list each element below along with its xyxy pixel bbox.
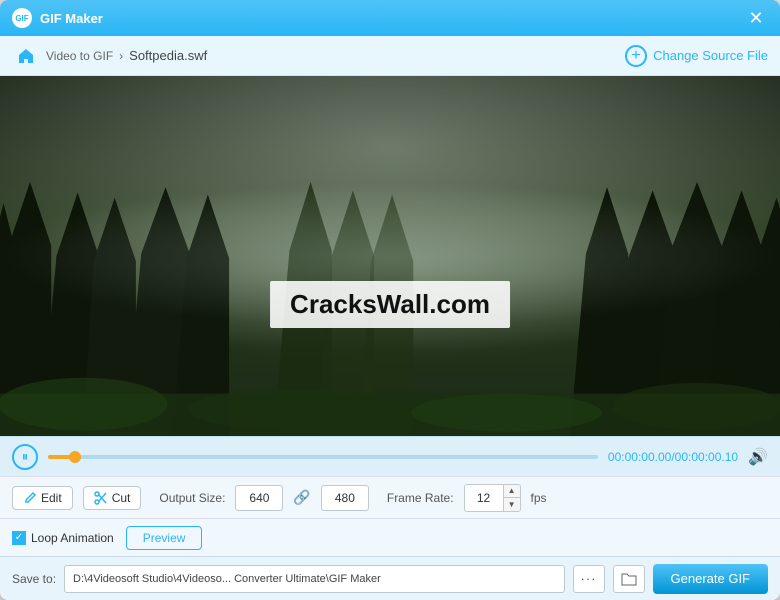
app-title: GIF Maker [40, 11, 103, 26]
fps-input[interactable] [465, 485, 503, 511]
breadcrumb-file: Softpedia.swf [129, 48, 207, 63]
save-to-label: Save to: [12, 572, 56, 586]
breadcrumb: Video to GIF › Softpedia.swf [12, 42, 207, 70]
options-bar: Edit Cut Output Size: 🔗 Frame Rate: ▲ ▼ … [0, 476, 780, 518]
watermark: CracksWall.com [270, 281, 510, 328]
width-input[interactable] [235, 485, 283, 511]
breadcrumb-arrow: › [119, 49, 123, 63]
close-button[interactable]: ✕ [744, 6, 768, 30]
app-window: GIF GIF Maker ✕ Video to GIF › Softpedia… [0, 0, 780, 600]
cut-icon [94, 491, 108, 505]
loop-bar: ✓ Loop Animation Preview [0, 518, 780, 556]
height-input[interactable] [321, 485, 369, 511]
folder-icon [621, 572, 637, 586]
browse-button[interactable]: ··· [573, 565, 605, 593]
home-icon[interactable] [12, 42, 40, 70]
fps-up-arrow[interactable]: ▲ [504, 485, 520, 498]
titlebar-left: GIF GIF Maker [12, 8, 103, 28]
fps-control: ▲ ▼ [464, 484, 521, 512]
cut-button[interactable]: Cut [83, 486, 142, 510]
frame-rate-label: Frame Rate: [387, 491, 454, 505]
time-display: 00:00:00.00/00:00:00.10 [608, 450, 738, 464]
volume-icon[interactable]: 🔊 [748, 447, 768, 467]
breadcrumb-sep-1: Video to GIF [46, 49, 113, 63]
progress-bar[interactable] [48, 455, 598, 459]
fps-unit-label: fps [531, 491, 547, 505]
edit-button[interactable]: Edit [12, 486, 73, 510]
pause-button[interactable]: ⏸ [12, 444, 38, 470]
edit-icon [23, 491, 37, 505]
titlebar: GIF GIF Maker ✕ [0, 0, 780, 36]
fps-arrows: ▲ ▼ [503, 485, 520, 511]
loop-checkbox[interactable]: ✓ [12, 531, 26, 545]
navbar: Video to GIF › Softpedia.swf + Change So… [0, 36, 780, 76]
output-size-label: Output Size: [159, 491, 225, 505]
change-source-label: Change Source File [653, 48, 768, 63]
fps-down-arrow[interactable]: ▼ [504, 498, 520, 511]
loop-animation-checkbox-wrap: ✓ Loop Animation [12, 531, 114, 545]
add-file-icon: + [625, 45, 647, 67]
save-path-display: D:\4Videosoft Studio\4Videoso... Convert… [64, 565, 564, 593]
app-icon: GIF [12, 8, 32, 28]
loop-label: Loop Animation [31, 531, 114, 545]
save-bar: Save to: D:\4Videosoft Studio\4Videoso..… [0, 556, 780, 600]
check-icon: ✓ [15, 532, 23, 543]
preview-button[interactable]: Preview [126, 526, 203, 550]
change-source-button[interactable]: + Change Source File [625, 45, 768, 67]
video-preview: CracksWall.com [0, 76, 780, 436]
open-folder-button[interactable] [613, 565, 645, 593]
link-icon: 🔗 [293, 489, 310, 506]
progress-handle[interactable] [69, 451, 81, 463]
generate-gif-button[interactable]: Generate GIF [653, 564, 768, 594]
playback-controls: ⏸ 00:00:00.00/00:00:00.10 🔊 [0, 436, 780, 476]
